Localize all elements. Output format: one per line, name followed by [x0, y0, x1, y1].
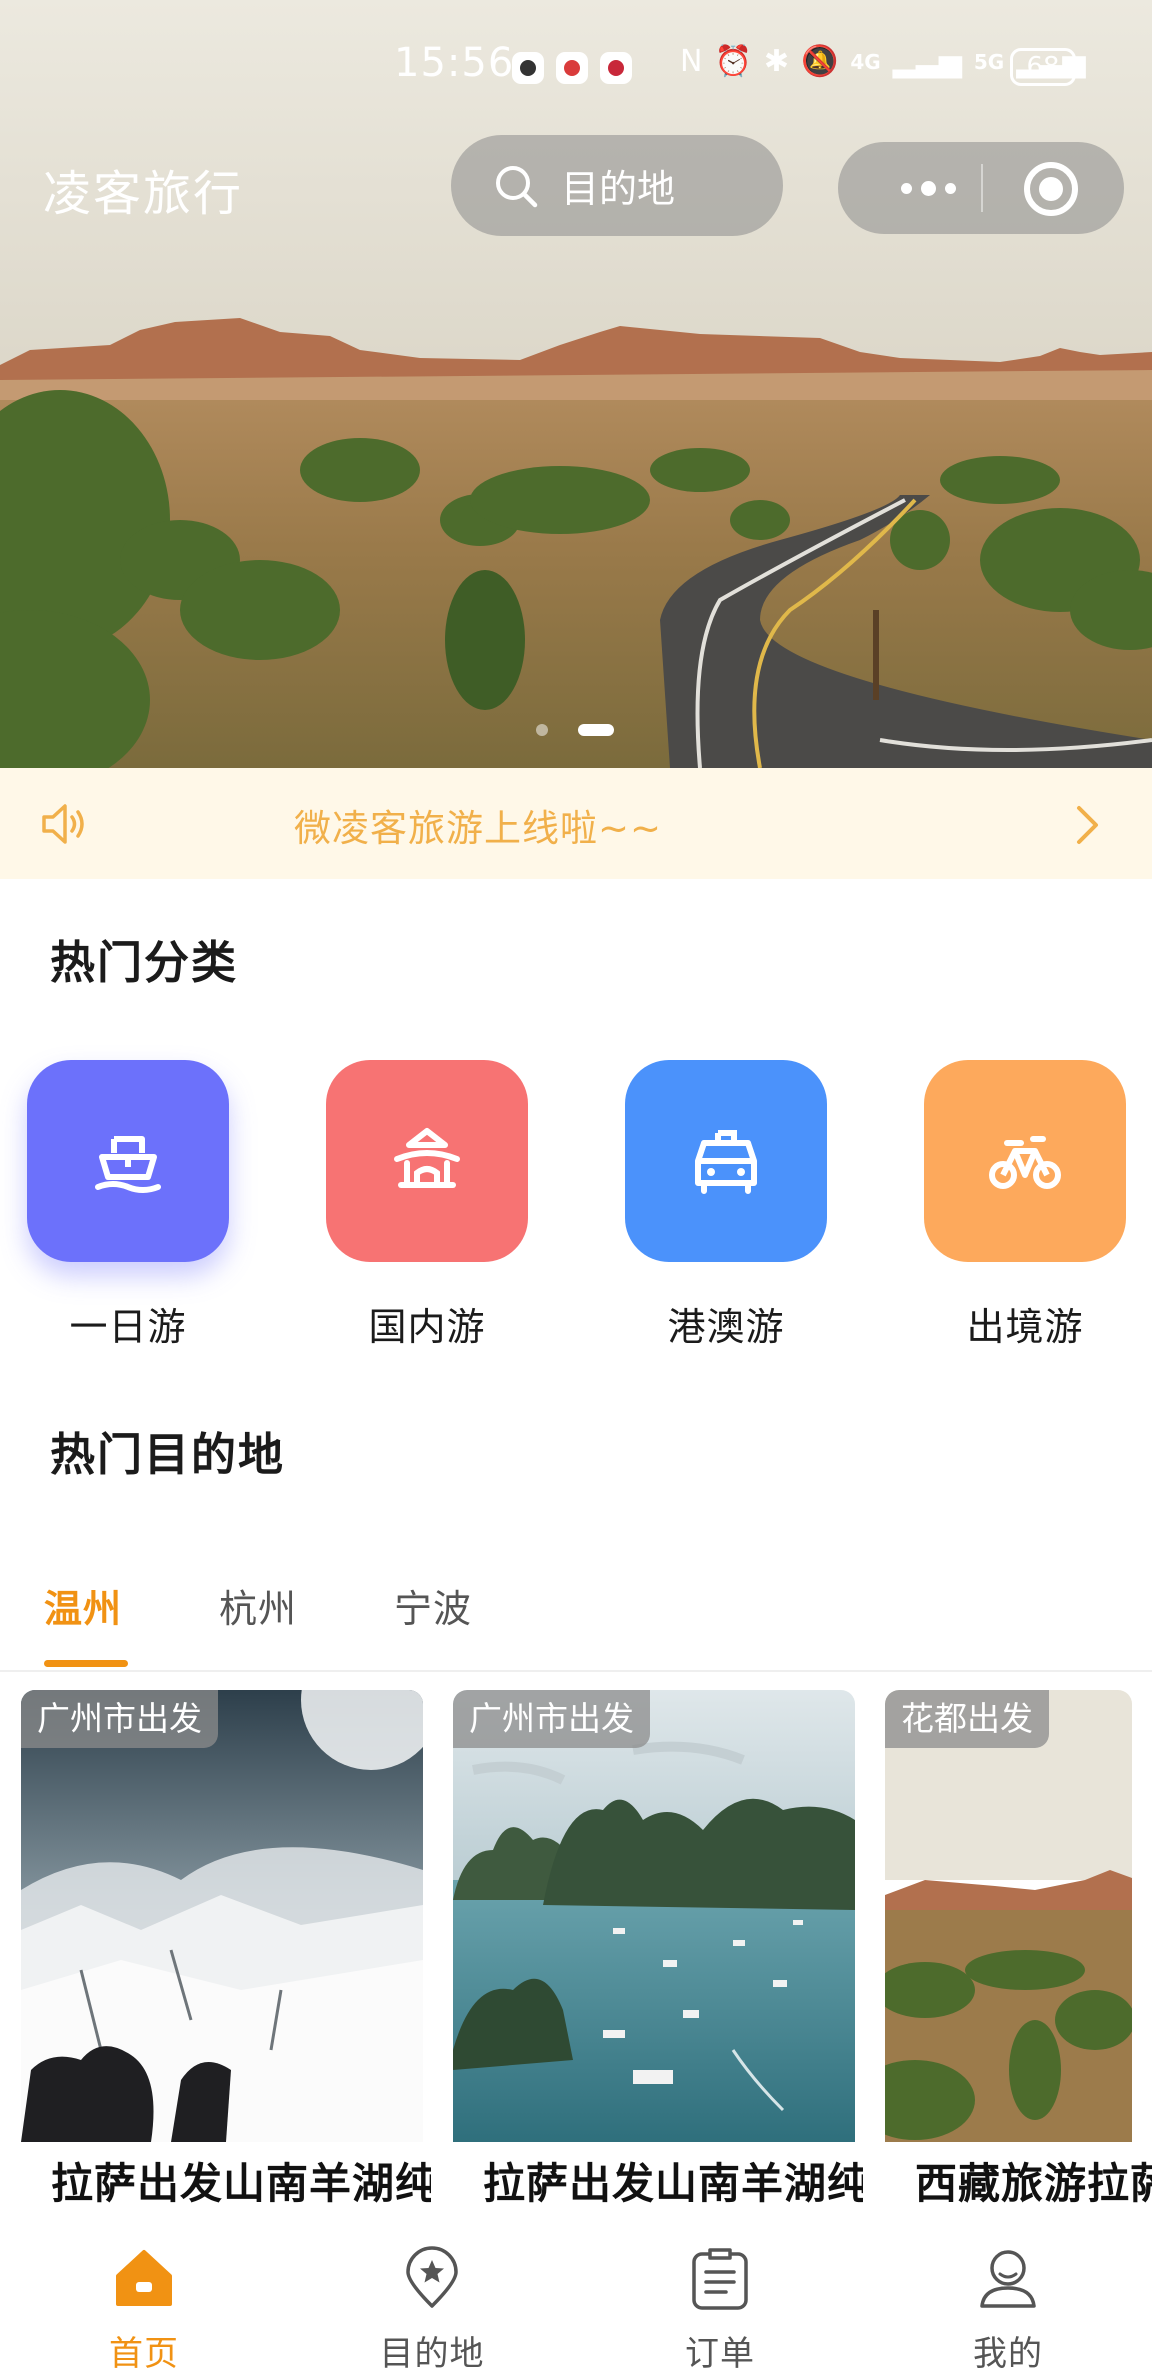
bottom-tab-bar: 首页 目的地 订单 我的 — [0, 2230, 1152, 2376]
category-tile[interactable] — [625, 1060, 827, 1262]
tab-wenzhou[interactable]: 温州 — [44, 1578, 122, 1633]
mute-icon: 🔕 — [800, 44, 839, 79]
home-icon — [116, 2250, 172, 2306]
tab-destination[interactable]: 目的地 — [332, 2230, 532, 2376]
active-tab-indicator — [44, 1660, 128, 1667]
category-label: 港澳游 — [667, 1305, 785, 1349]
banner-dot-active — [578, 724, 614, 736]
network-5g-label: 5G — [973, 49, 1005, 74]
search-icon — [496, 165, 538, 207]
app-notification-icon — [512, 52, 544, 84]
bay-islands-photo — [453, 1690, 855, 2142]
pavilion-icon — [394, 1128, 460, 1188]
app-notification-icon — [556, 52, 588, 84]
card-title: 西藏旅游拉萨喀则珠峰3日 — [915, 2159, 1152, 2208]
hot-destinations-title: 热门目的地 — [50, 1428, 286, 1481]
tab-ningbo[interactable]: 宁波 — [394, 1578, 472, 1633]
search-bar[interactable]: 目的地 — [451, 135, 783, 236]
bluetooth-icon: ✱ — [763, 44, 789, 79]
tab-orders[interactable]: 订单 — [620, 2230, 820, 2376]
hot-categories-title: 热门分类 — [50, 936, 239, 989]
ship-icon — [95, 1136, 161, 1193]
tab-home[interactable]: 首页 — [44, 2230, 244, 2376]
departure-badge: 广州市出发 — [21, 1690, 218, 1748]
category-hk-macau[interactable]: 港澳游 — [625, 1060, 827, 1351]
category-outbound[interactable]: 出境游 — [924, 1060, 1126, 1351]
card-title: 拉萨出发山南羊湖纯玩一日游 — [483, 2159, 863, 2208]
category-tile[interactable] — [326, 1060, 528, 1262]
tab-label: 订单 — [685, 2334, 755, 2374]
card-image: 广州市出发 — [21, 1690, 423, 2142]
category-tile[interactable] — [27, 1060, 229, 1262]
close-miniprogram-icon[interactable] — [1024, 162, 1078, 216]
capsule-divider — [981, 164, 983, 212]
status-time: 15:56 — [394, 40, 515, 86]
signal-icon: ▂▃▅ — [892, 44, 962, 79]
miniprogram-capsule — [838, 142, 1124, 234]
tab-label: 目的地 — [379, 2334, 485, 2374]
order-clipboard-icon — [692, 2248, 748, 2310]
search-placeholder: 目的地 — [561, 167, 676, 211]
departure-badge: 广州市出发 — [453, 1690, 650, 1748]
destination-tabs: 温州 杭州 宁波 — [0, 1560, 1152, 1672]
speaker-icon — [42, 804, 84, 844]
category-day-trip[interactable]: 一日游 — [27, 1060, 229, 1351]
tab-profile[interactable]: 我的 — [908, 2230, 1108, 2376]
tab-label: 我的 — [973, 2334, 1043, 2374]
snow-mountain-photo — [21, 1690, 423, 2142]
card-image: 广州市出发 — [453, 1690, 855, 2142]
tab-label: 首页 — [109, 2334, 179, 2374]
notice-bar[interactable]: 微凌客旅游上线啦~~ — [0, 768, 1152, 879]
status-bar: 15:56 N ⏰ ✱ 🔕 4G ▂▃▅ 5G ▂▃▅ 68 — [0, 0, 1152, 134]
network-4g-label: 4G — [850, 49, 881, 74]
user-icon — [980, 2250, 1036, 2308]
category-label: 出境游 — [966, 1305, 1084, 1349]
banner-dot — [536, 724, 548, 736]
app-notification-icon — [600, 52, 632, 84]
card-image: 花都出发 — [885, 1690, 1132, 2142]
more-menu-button[interactable] — [878, 166, 978, 210]
banner-indicator — [536, 724, 616, 736]
hero-banner[interactable]: 15:56 N ⏰ ✱ 🔕 4G ▂▃▅ 5G ▂▃▅ 68 凌客旅行 目的地 — [0, 0, 1152, 768]
chevron-right-icon — [1077, 806, 1098, 844]
category-tile[interactable] — [924, 1060, 1126, 1262]
destination-card[interactable]: 广州市出发 拉萨出发山南羊湖纯玩一日游 — [21, 1690, 431, 2230]
notice-text: 微凌客旅游上线啦~~ — [294, 807, 663, 850]
nfc-icon: N — [680, 44, 703, 79]
category-label: 一日游 — [69, 1305, 187, 1349]
category-domestic[interactable]: 国内游 — [326, 1060, 528, 1351]
battery-icon: 68 — [1010, 48, 1082, 86]
alarm-icon: ⏰ — [714, 44, 752, 79]
tab-hangzhou[interactable]: 杭州 — [219, 1578, 297, 1633]
departure-badge: 花都出发 — [885, 1690, 1049, 1748]
destination-card[interactable]: 花都出发 西藏旅游拉萨喀则珠峰3日 — [885, 1690, 1152, 2230]
desert-road-photo — [885, 1690, 1132, 2142]
destination-card[interactable]: 广州市出发 拉萨出发山南羊湖纯玩一日游 — [453, 1690, 863, 2230]
app-title: 凌客旅行 — [43, 166, 244, 222]
location-star-icon — [406, 2246, 458, 2308]
card-title: 拉萨出发山南羊湖纯玩一日游 — [51, 2159, 431, 2208]
car-icon — [695, 1130, 757, 1194]
category-label: 国内游 — [368, 1305, 486, 1349]
destination-card-list[interactable]: 广州市出发 拉萨出发山南羊湖纯玩一日游 — [0, 1690, 1152, 2230]
bicycle-icon — [989, 1136, 1061, 1189]
